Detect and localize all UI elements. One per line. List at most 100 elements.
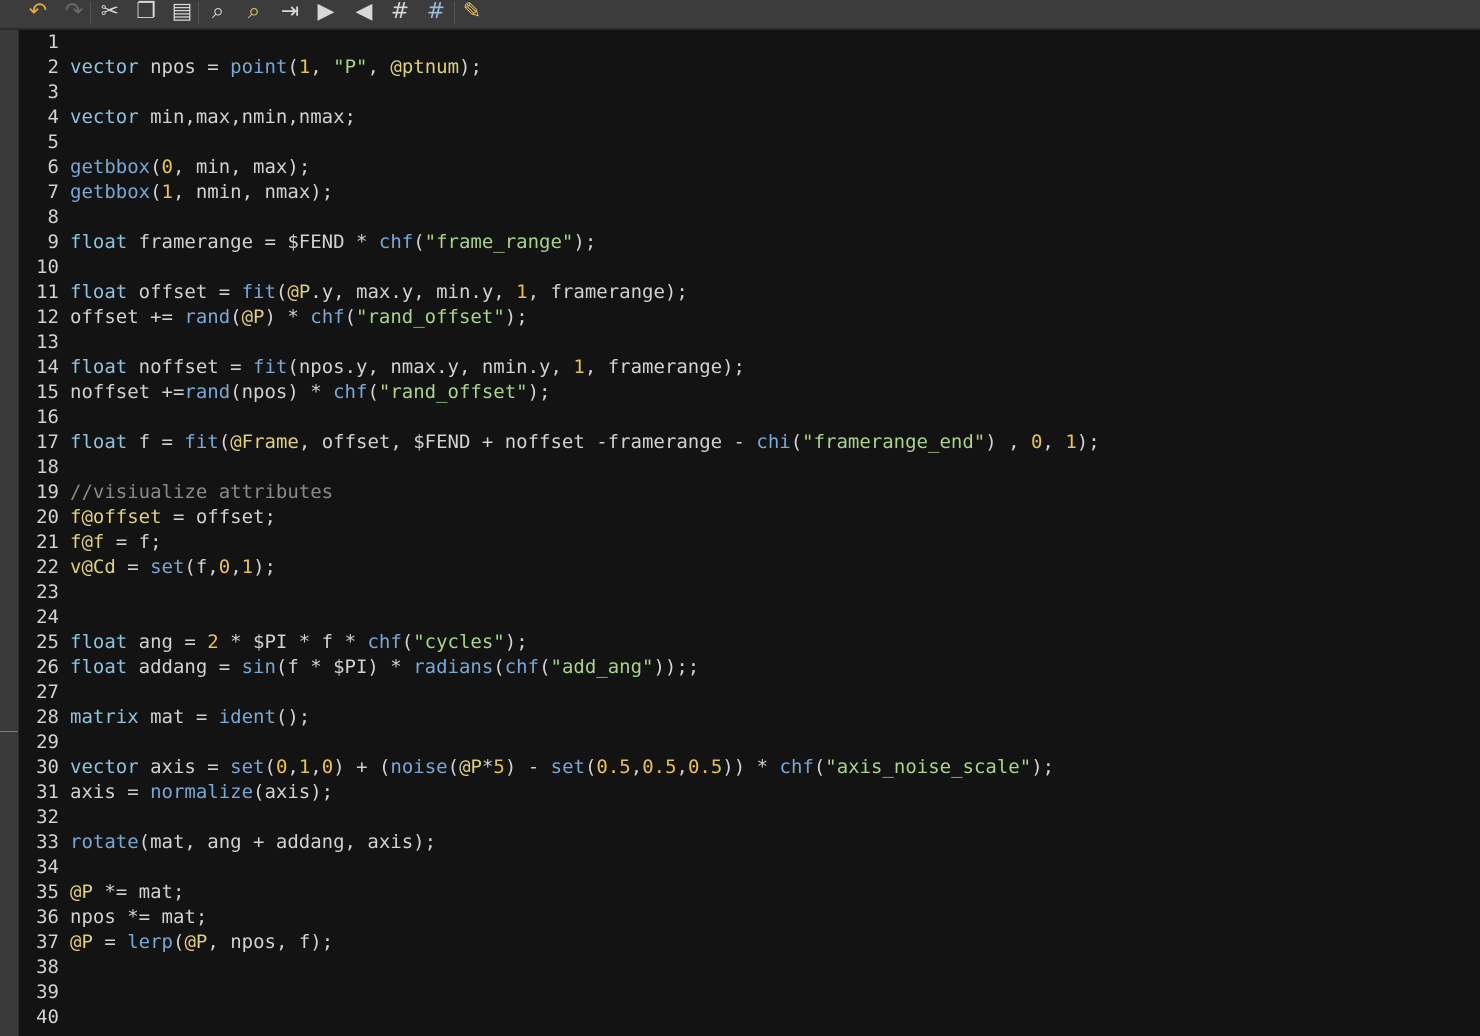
code-line[interactable]: 3 xyxy=(19,80,1480,105)
code-token: noffset += xyxy=(70,381,185,403)
code-text: vector npos = point(1, "P", @ptnum); xyxy=(70,55,482,80)
code-token: , nmin, nmax); xyxy=(172,181,334,203)
code-text: npos *= mat; xyxy=(70,905,207,930)
code-token: @P xyxy=(287,281,311,303)
code-line[interactable]: 39 xyxy=(19,980,1480,1005)
code-token: @P xyxy=(70,881,93,903)
code-line[interactable]: 13 xyxy=(19,330,1480,355)
code-editor[interactable]: 1 2 vector npos = point(1, "P", @ptnum); 3 4… xyxy=(19,30,1480,1036)
code-line[interactable]: 7 getbbox(1, nmin, nmax); xyxy=(19,180,1480,205)
code-line[interactable]: 28 matrix mat = ident(); xyxy=(19,705,1480,730)
code-line[interactable]: 15 noffset +=rand(npos) * chf("rand_offse… xyxy=(19,380,1480,405)
toolbar-separator xyxy=(90,2,91,24)
code-line[interactable]: 4 vector min,max,nmin,nmax; xyxy=(19,105,1480,130)
code-token: @Frame xyxy=(230,431,299,453)
code-line[interactable]: 2 vector npos = point(1, "P", @ptnum); xyxy=(19,55,1480,80)
cut-button[interactable]: ✂ xyxy=(96,0,124,26)
code-text: getbbox(0, min, max); xyxy=(70,155,310,180)
code-token: chf xyxy=(504,656,540,678)
code-line[interactable]: 40 xyxy=(19,1005,1480,1030)
code-token: ) * xyxy=(264,306,311,328)
code-line[interactable]: 32 xyxy=(19,805,1480,830)
code-line[interactable]: 19 //visiualize attributes xyxy=(19,480,1480,505)
code-line[interactable]: 31 axis = normalize(axis); xyxy=(19,780,1480,805)
code-token: (npos.y, nmax.y, nmin.y, xyxy=(287,356,574,378)
copy-button[interactable]: ❐ xyxy=(132,0,160,26)
code-line[interactable]: 17 float f = fit(@Frame, offset, $FEND + … xyxy=(19,430,1480,455)
code-line[interactable]: 18 xyxy=(19,455,1480,480)
code-line[interactable]: 1 xyxy=(19,30,1480,55)
code-line[interactable]: 6 getbbox(0, min, max); xyxy=(19,155,1480,180)
code-line[interactable]: 25 float ang = 2 * $PI * f * chf("cycles"… xyxy=(19,630,1480,655)
code-line[interactable]: 20 f@offset = offset; xyxy=(19,505,1480,530)
line-number: 35 xyxy=(36,881,59,903)
code-text: noffset +=rand(npos) * chf("rand_offset"… xyxy=(70,380,551,405)
code-line[interactable]: 24 xyxy=(19,605,1480,630)
code-text: v@Cd = set(f,0,1); xyxy=(70,555,276,580)
line-number: 30 xyxy=(36,756,59,778)
unindent-button[interactable]: ◀ xyxy=(350,0,378,26)
indent-button[interactable]: ▶ xyxy=(312,0,340,26)
code-line[interactable]: 16 xyxy=(19,405,1480,430)
comment-button[interactable]: # xyxy=(386,0,414,26)
code-token: ); xyxy=(459,56,482,78)
code-token: set xyxy=(150,556,185,578)
redo-button[interactable]: ↷ xyxy=(60,0,88,26)
line-number: 40 xyxy=(36,1006,59,1028)
code-token: v@Cd xyxy=(70,556,116,578)
line-number: 11 xyxy=(36,281,59,303)
code-token: , npos, f); xyxy=(207,931,334,953)
edit-notes-button[interactable]: ✎ xyxy=(458,0,486,26)
indent-icon: ▶ xyxy=(317,0,335,24)
code-line[interactable]: 8 xyxy=(19,205,1480,230)
code-line[interactable]: 38 xyxy=(19,955,1480,980)
code-line[interactable]: 22 v@Cd = set(f,0,1); xyxy=(19,555,1480,580)
line-number: 17 xyxy=(36,431,59,453)
code-token: (f, xyxy=(184,556,219,578)
code-token: , xyxy=(287,756,299,778)
code-token: ( xyxy=(401,631,414,653)
code-line[interactable]: 23 xyxy=(19,580,1480,605)
code-text: axis = normalize(axis); xyxy=(70,780,333,805)
code-line[interactable]: 10 xyxy=(19,255,1480,280)
code-line[interactable]: 27 xyxy=(19,680,1480,705)
code-token: (npos) * xyxy=(230,381,334,403)
uncomment-button[interactable]: # xyxy=(422,0,450,26)
find-button[interactable]: ⌕ xyxy=(204,0,232,26)
gutter-strip xyxy=(0,0,19,1036)
goto-line-button[interactable]: ⇥ xyxy=(276,0,304,26)
code-line[interactable]: 29 xyxy=(19,730,1480,755)
code-token: 0.5 xyxy=(687,756,723,778)
code-line[interactable]: 37 @P = lerp(@P, npos, f); xyxy=(19,930,1480,955)
find-replace-button[interactable]: ⌕ xyxy=(240,0,268,26)
code-line[interactable]: 12 offset += rand(@P) * chf("rand_offset"… xyxy=(19,305,1480,330)
code-token: .y, max.y, min.y, xyxy=(310,281,517,303)
undo-button[interactable]: ↶ xyxy=(24,0,52,26)
code-line[interactable]: 26 float addang = sin(f * $PI) * radians(… xyxy=(19,655,1480,680)
code-token: ( xyxy=(413,231,425,253)
code-line[interactable]: 35 @P *= mat; xyxy=(19,880,1480,905)
code-line[interactable]: 30 vector axis = set(0,1,0) + (noise(@P*5… xyxy=(19,755,1480,780)
code-token: , offset, $FEND + noffset -framerange - xyxy=(298,431,757,453)
code-token: f@offset xyxy=(70,506,162,528)
code-line[interactable]: 33 rotate(mat, ang + addang, axis); xyxy=(19,830,1480,855)
code-token: ); xyxy=(573,231,597,253)
line-number: 32 xyxy=(36,806,59,828)
paste-button[interactable]: ▤ xyxy=(168,0,196,26)
code-line[interactable]: 34 xyxy=(19,855,1480,880)
line-number: 21 xyxy=(36,531,59,553)
code-token: = xyxy=(92,931,128,953)
code-token: vector xyxy=(70,106,139,128)
line-number: 37 xyxy=(36,931,59,953)
code-line[interactable]: 11 float offset = fit(@P.y, max.y, min.y,… xyxy=(19,280,1480,305)
code-token: getbbox xyxy=(70,156,151,178)
code-token: vector xyxy=(70,56,139,78)
code-line[interactable]: 14 float noffset = fit(npos.y, nmax.y, nm… xyxy=(19,355,1480,380)
code-line[interactable]: 36 npos *= mat; xyxy=(19,905,1480,930)
code-line[interactable]: 21 f@f = f; xyxy=(19,530,1480,555)
code-line[interactable]: 9 float framerange = $FEND * chf("frame_r… xyxy=(19,230,1480,255)
code-token: offset += xyxy=(70,306,185,328)
code-line[interactable]: 5 xyxy=(19,130,1480,155)
code-text: float f = fit(@Frame, offset, $FEND + no… xyxy=(70,430,1100,455)
code-token: 0.5 xyxy=(642,756,677,778)
